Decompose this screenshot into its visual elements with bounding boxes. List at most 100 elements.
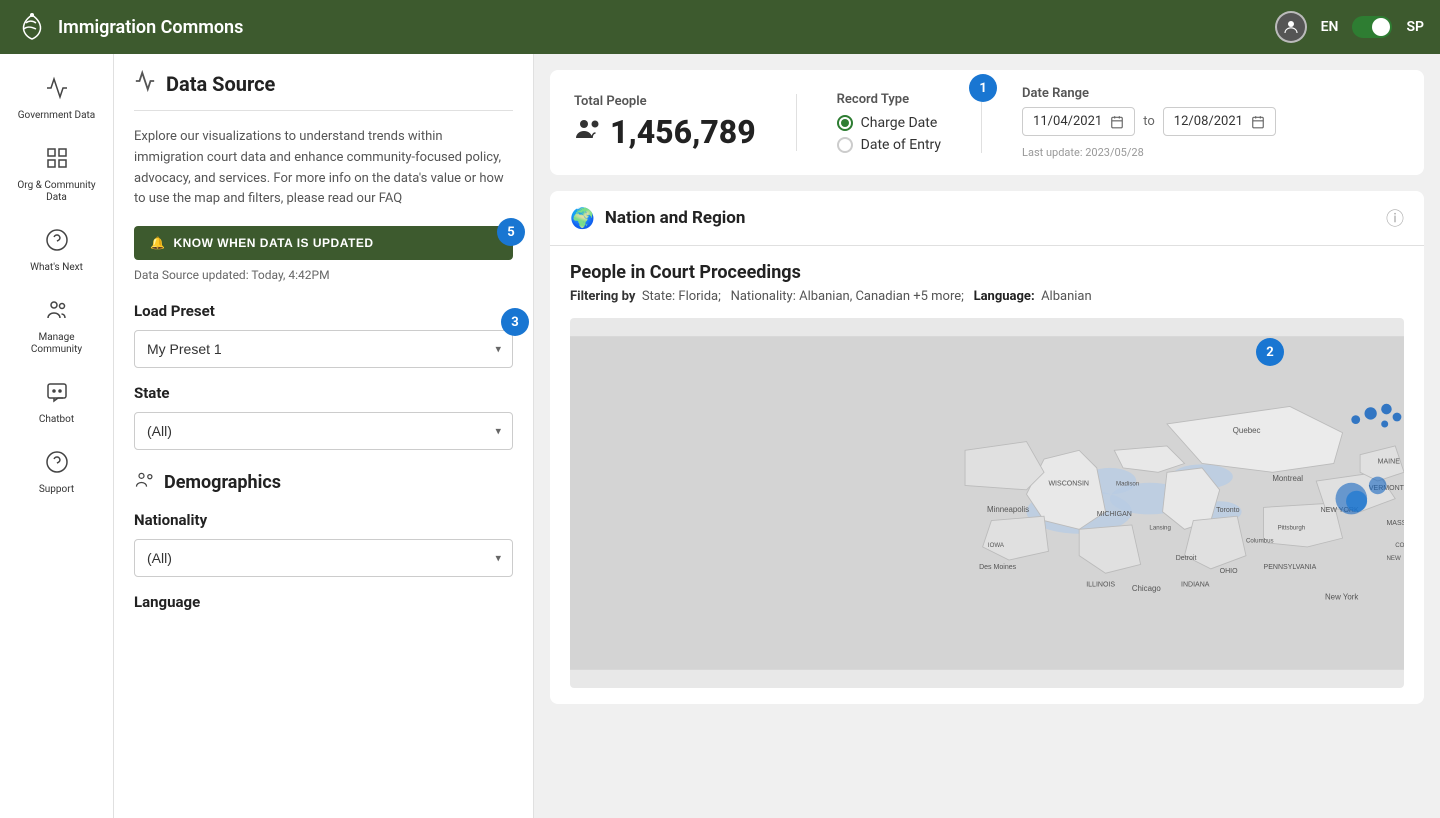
date-to-value: 12/08/2021: [1174, 114, 1243, 129]
date-range-section: Date Range 11/04/2021 to 12/08/2021 Last…: [1022, 86, 1276, 159]
panel-title: Data Source: [166, 72, 275, 96]
panel-description: Explore our visualizations to understand…: [134, 127, 513, 210]
svg-text:Madison: Madison: [1116, 480, 1140, 487]
date-to-separator: to: [1143, 114, 1155, 129]
total-people-value-wrapper: 1,456,789: [574, 113, 756, 151]
language-label[interactable]: EN: [1321, 19, 1339, 35]
demographics-icon: [134, 470, 154, 495]
tour-badge-1: 1: [969, 74, 997, 102]
date-from-value: 11/04/2021: [1033, 114, 1102, 129]
svg-text:OHIO: OHIO: [1220, 568, 1238, 575]
svg-text:Quebec: Quebec: [1233, 426, 1261, 435]
nationality-label: Nationality: [134, 511, 513, 529]
map-filter-text: Filtering by State: Florida; Nationality…: [570, 289, 1404, 304]
svg-text:CONNECTICUT: CONNECTICUT: [1395, 542, 1404, 549]
date-of-entry-label: Date of Entry: [861, 137, 941, 153]
tour-badge-2: 2: [1256, 338, 1284, 366]
sidebar-label-government-data: Government Data: [18, 110, 96, 122]
layout: Government Data Org & Community Data Wha…: [0, 0, 1440, 818]
sp-label: SP: [1406, 19, 1424, 35]
load-preset-label: Load Preset: [134, 302, 513, 320]
sidebar-label-manage-community: Manage Community: [15, 332, 99, 356]
chatbot-icon: [45, 380, 69, 410]
panel-sidebar: Data Source Explore our visualizations t…: [114, 54, 534, 818]
svg-text:PENNSYLVANIA: PENNSYLVANIA: [1264, 564, 1317, 571]
date-range-inputs: 11/04/2021 to 12/08/2021: [1022, 107, 1276, 136]
whats-next-icon: [45, 228, 69, 258]
date-range-label: Date Range: [1022, 86, 1276, 101]
nationality-select[interactable]: (All) Albanian: [134, 539, 513, 577]
svg-text:Montreal: Montreal: [1272, 474, 1303, 483]
stats-bar: Total People 1,456,789 Record Type Charg…: [550, 70, 1424, 175]
state-select[interactable]: (All) Florida: [134, 412, 513, 450]
svg-text:Minneapolis: Minneapolis: [987, 505, 1029, 514]
manage-community-icon: [45, 298, 69, 328]
svg-text:Chicago: Chicago: [1132, 584, 1162, 593]
preset-select[interactable]: My Preset 1 My Preset 2: [134, 330, 513, 368]
sidebar-item-org-community[interactable]: Org & Community Data: [7, 136, 107, 214]
map-container: 2: [570, 318, 1404, 688]
support-icon: [45, 450, 69, 480]
state-select-wrapper: (All) Florida ▾: [134, 412, 513, 450]
sidebar-label-whats-next: What's Next: [30, 262, 83, 274]
svg-text:Columbus: Columbus: [1246, 538, 1274, 545]
user-avatar[interactable]: [1275, 11, 1307, 43]
demographics-title: Demographics: [164, 472, 281, 493]
date-of-entry-radio[interactable]: Date of Entry: [837, 137, 941, 153]
svg-text:MASSACHUSETTS: MASSACHUSETTS: [1386, 520, 1404, 527]
main-content: Total People 1,456,789 Record Type Charg…: [534, 54, 1440, 818]
date-to-input[interactable]: 12/08/2021: [1163, 107, 1276, 136]
globe-icon: 🌍: [570, 206, 595, 230]
sidebar-item-support[interactable]: Support: [7, 440, 107, 506]
nationality-select-wrapper: (All) Albanian ▾: [134, 539, 513, 577]
date-from-input[interactable]: 11/04/2021: [1022, 107, 1135, 136]
filter-state-value: State: Florida;: [642, 289, 721, 304]
sidebar-item-government-data[interactable]: Government Data: [7, 66, 107, 132]
map-info-icon[interactable]: ⓘ: [1386, 205, 1404, 231]
notify-button[interactable]: 🔔 KNOW WHEN DATA IS UPDATED: [134, 226, 513, 260]
charge-date-radio-circle: [837, 115, 853, 131]
people-icon: [574, 117, 602, 147]
svg-text:ILLINOIS: ILLINOIS: [1086, 581, 1115, 588]
sidebar-item-whats-next[interactable]: What's Next: [7, 218, 107, 284]
svg-text:MAINE: MAINE: [1378, 458, 1401, 465]
map-content: People in Court Proceedings Filtering by…: [550, 246, 1424, 704]
svg-text:MICHIGAN: MICHIGAN: [1097, 511, 1132, 518]
svg-text:Des Moines: Des Moines: [979, 564, 1017, 571]
svg-text:NEW: NEW: [1386, 555, 1401, 562]
sidebar-item-chatbot[interactable]: Chatbot: [7, 370, 107, 436]
svg-text:Lansing: Lansing: [1149, 524, 1171, 531]
last-update-text: Last update: 2023/05/28: [1022, 146, 1276, 159]
svg-text:INDIANA: INDIANA: [1181, 581, 1210, 588]
sidebar-label-org-community: Org & Community Data: [15, 180, 99, 204]
total-people-section: Total People 1,456,789: [574, 94, 797, 151]
nav-right: EN SP: [1275, 11, 1424, 43]
filter-nationality-value: Nationality: Albanian, Canadian +5 more;: [731, 289, 964, 304]
record-type-label: Record Type: [837, 92, 941, 107]
panel-header: Data Source: [134, 70, 513, 111]
map-section-title: Nation and Region: [605, 208, 1376, 228]
panel-header-icon: [134, 70, 156, 98]
record-type-radio-group: Charge Date Date of Entry: [837, 115, 941, 153]
svg-text:WISCONSIN: WISCONSIN: [1048, 480, 1089, 487]
state-label: State: [134, 384, 513, 402]
language-toggle[interactable]: [1352, 16, 1392, 38]
filter-language-label: Language:: [974, 289, 1035, 304]
charge-date-radio[interactable]: Charge Date: [837, 115, 941, 131]
app-logo[interactable]: Immigration Commons: [16, 11, 243, 43]
svg-text:Pittsburgh: Pittsburgh: [1278, 524, 1306, 531]
tour-badge-5: 5: [497, 218, 525, 246]
svg-text:Toronto: Toronto: [1216, 507, 1239, 514]
sidebar-label-support: Support: [39, 484, 74, 496]
notify-btn-label: KNOW WHEN DATA IS UPDATED: [173, 236, 373, 250]
svg-text:Detroit: Detroit: [1176, 555, 1197, 562]
tour-badge-3: 3: [501, 308, 529, 336]
date-of-entry-radio-circle: [837, 137, 853, 153]
total-people-label: Total People: [574, 94, 756, 109]
sidebar-item-manage-community[interactable]: Manage Community: [7, 288, 107, 366]
demographics-header: Demographics: [134, 466, 513, 495]
org-community-icon: [45, 146, 69, 176]
sidebar-label-chatbot: Chatbot: [39, 414, 74, 426]
map-svg: Minneapolis WISCONSIN MICHIGAN Madison L…: [570, 318, 1404, 688]
left-sidebar: Government Data Org & Community Data Wha…: [0, 54, 114, 818]
